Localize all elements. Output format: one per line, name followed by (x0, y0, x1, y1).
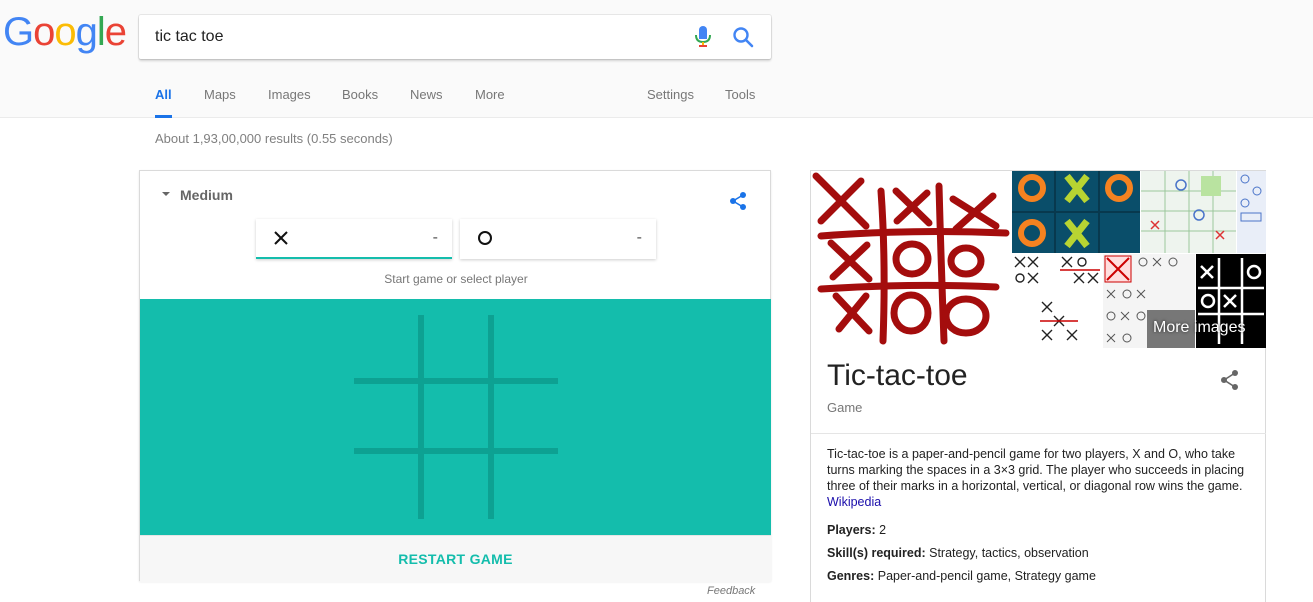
player-o-button[interactable]: - (460, 219, 656, 259)
grid-line-horizontal-2 (354, 448, 558, 454)
tab-images[interactable]: Images (268, 84, 311, 118)
grid-line-horizontal-1 (354, 378, 558, 384)
knowledge-panel-subtitle: Game (827, 400, 863, 415)
tab-books[interactable]: Books (342, 84, 378, 118)
search-box (139, 15, 771, 59)
o-mark-icon (478, 231, 492, 245)
fact-label: Players: (827, 523, 876, 537)
hand-drawn-tic-tac-toe-image (812, 172, 1010, 345)
search-input[interactable] (155, 15, 675, 59)
tab-more[interactable]: More (475, 84, 505, 118)
xo-board-image (1012, 171, 1140, 253)
fact-skills: Skill(s) required: Strategy, tactics, ob… (827, 546, 1089, 560)
fact-value: 2 (879, 523, 887, 537)
image-thumbnail-2[interactable] (1012, 171, 1140, 253)
share-icon[interactable] (1219, 369, 1241, 391)
tab-news[interactable]: News (410, 84, 443, 118)
fact-genres: Genres: Paper-and-pencil game, Strategy … (827, 569, 1096, 583)
results-stats: About 1,93,00,000 results (0.55 seconds) (155, 131, 393, 146)
more-images-link[interactable]: More images (1153, 319, 1245, 337)
knowledge-panel-title: Tic-tac-toe (827, 359, 968, 392)
share-icon[interactable] (728, 191, 748, 211)
difficulty-label: Medium (180, 187, 233, 203)
feedback-link[interactable]: Feedback (707, 585, 755, 597)
tab-all[interactable]: All (155, 84, 172, 118)
fact-label: Genres: (827, 569, 875, 583)
description-text: Tic-tac-toe is a paper-and-pencil game f… (827, 447, 1245, 493)
x-mark-icon (274, 231, 288, 245)
tab-tools[interactable]: Tools (725, 84, 755, 118)
player-x-button[interactable]: - (256, 219, 452, 259)
grid-game-image (1141, 171, 1236, 253)
search-header: Google All Maps Images Books News More S… (0, 0, 1313, 118)
fact-value: Strategy, tactics, observation (929, 546, 1089, 560)
mini-boards-image (1014, 256, 1100, 341)
search-icon[interactable] (731, 25, 755, 49)
knowledge-panel-description: Tic-tac-toe is a paper-and-pencil game f… (827, 446, 1252, 510)
caret-down-icon (162, 192, 170, 197)
microphone-icon[interactable] (695, 26, 711, 48)
small-grid-image (1240, 174, 1262, 222)
google-logo[interactable]: Google (3, 12, 127, 52)
divider (811, 433, 1266, 434)
player-o-score: - (636, 229, 642, 246)
grid-line-vertical-1 (418, 315, 424, 519)
tab-settings[interactable]: Settings (647, 84, 694, 118)
image-thumbnail-4[interactable] (1237, 171, 1266, 253)
game-board[interactable] (354, 315, 558, 519)
image-strip: More images (811, 171, 1266, 348)
fact-value: Paper-and-pencil game, Strategy game (877, 569, 1096, 583)
wikipedia-link[interactable]: Wikipedia (827, 495, 881, 509)
difficulty-dropdown[interactable]: Medium (162, 187, 233, 203)
image-thumbnail-5[interactable] (1012, 254, 1102, 348)
fact-players: Players: 2 (827, 523, 886, 537)
game-status: Start game or select player (384, 272, 528, 286)
knowledge-panel: More images Tic-tac-toe Game Tic-tac-toe… (810, 170, 1266, 602)
grid-line-vertical-2 (488, 315, 494, 519)
fact-label: Skill(s) required: (827, 546, 926, 560)
tic-tac-toe-game-card: Medium - - Start game or select player R… (139, 170, 771, 582)
player-x-score: - (432, 229, 438, 246)
image-thumbnail-3[interactable] (1141, 171, 1236, 253)
image-thumbnail-1[interactable] (811, 171, 1011, 348)
tab-maps[interactable]: Maps (204, 84, 236, 118)
game-board-area (140, 299, 771, 535)
restart-game-button[interactable]: RESTART GAME (140, 535, 771, 582)
